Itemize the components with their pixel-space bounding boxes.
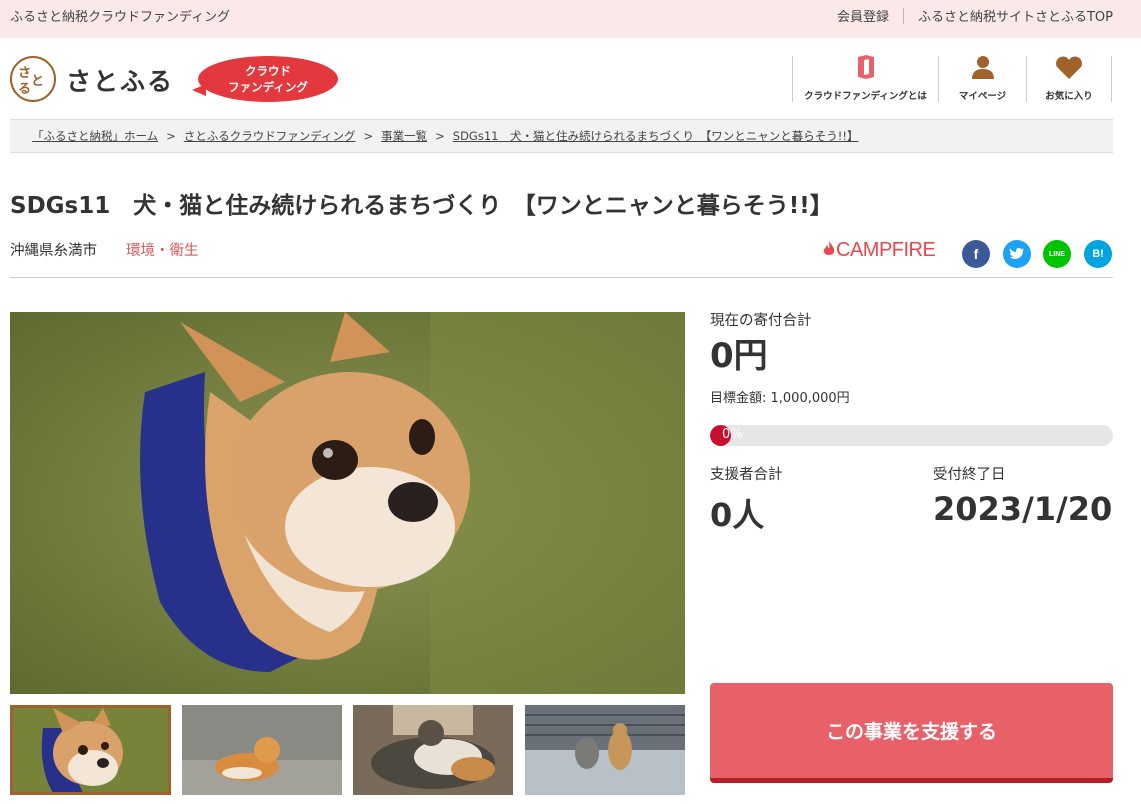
breadcrumb-crowdfunding[interactable]: さとふるクラウドファンディング [184, 128, 356, 144]
line-icon[interactable]: LINE [1043, 240, 1071, 268]
deadline-label: 受付終了日 [933, 467, 1006, 483]
divider [10, 277, 1113, 278]
thumbnail-2[interactable] [182, 705, 342, 795]
nav-favorites[interactable]: お気に入り [1026, 56, 1112, 102]
breadcrumb: 「ふるさと納税」ホーム > さとふるクラウドファンディング > 事業一覧 > S… [10, 119, 1113, 153]
breadcrumb-home[interactable]: 「ふるさと納税」ホーム [32, 128, 158, 144]
campfire-logo[interactable]: CAMPFIRE [822, 239, 936, 262]
twitter-icon[interactable] [1003, 240, 1031, 268]
nav-about-crowdfunding[interactable]: クラウドファンディングとは [792, 54, 938, 102]
member-register-link[interactable]: 会員登録 [837, 6, 889, 25]
thumbnail-3[interactable] [353, 705, 513, 795]
nav-mypage[interactable]: マイページ [938, 56, 1026, 102]
progress-bar: 0% [710, 425, 1113, 446]
header-nav: クラウドファンディングとは マイページ お気に入り [792, 54, 1112, 102]
progress-percent: 0% [722, 427, 743, 442]
total-value: 0円 [710, 336, 768, 376]
supporters-value: 0人 [710, 496, 765, 534]
page-title: SDGs11 犬・猫と住み続けられるまちづくり 【ワンとニャンと暮らそう!!】 [10, 193, 833, 219]
breadcrumb-current[interactable]: SDGs11 犬・猫と住み続けられるまちづくり 【ワンとニャンと暮らそう!!】 [453, 128, 859, 144]
svg-text:さ: さ [18, 66, 30, 81]
header: さ と る さとふる クラウド ファンディング クラウドファンディングとは マイ… [0, 38, 1141, 118]
supporters-label: 支援者合計 [710, 467, 783, 483]
user-icon [970, 54, 996, 84]
crowdfunding-badge[interactable]: クラウド ファンディング [192, 56, 338, 102]
logo-icon[interactable]: さ と る [10, 56, 56, 102]
support-project-button[interactable]: この事業を支援する [710, 683, 1113, 783]
category-link[interactable]: 環境・衛生 [126, 239, 199, 260]
total-label: 現在の寄付合計 [710, 313, 812, 329]
heart-icon [1055, 56, 1083, 84]
svg-text:る: る [18, 82, 30, 97]
top-bar: ふるさと納税クラウドファンディング 会員登録 ふるさと納税サイトさとふるTOP [0, 0, 1141, 38]
site-name: ふるさと納税クラウドファンディング [10, 10, 231, 25]
location-label: 沖縄県糸満市 [10, 243, 97, 259]
main-project-image [10, 312, 685, 694]
breadcrumb-projects[interactable]: 事業一覧 [381, 128, 427, 144]
logo-text[interactable]: さとふる [66, 62, 174, 98]
facebook-icon[interactable]: f [962, 240, 990, 268]
svg-text:と: と [31, 74, 43, 89]
deadline-value: 2023/1/20 [933, 490, 1113, 528]
goal-amount: 目標金額: 1,000,000円 [710, 391, 850, 406]
hatena-icon[interactable]: B! [1084, 240, 1112, 268]
book-icon [855, 54, 877, 84]
thumbnail-1[interactable] [10, 705, 171, 795]
thumbnail-4[interactable] [525, 705, 685, 795]
divider [902, 7, 904, 24]
satofull-top-link[interactable]: ふるさと納税サイトさとふるTOP [918, 6, 1113, 25]
top-links: 会員登録 ふるさと納税サイトさとふるTOP [837, 6, 1113, 25]
